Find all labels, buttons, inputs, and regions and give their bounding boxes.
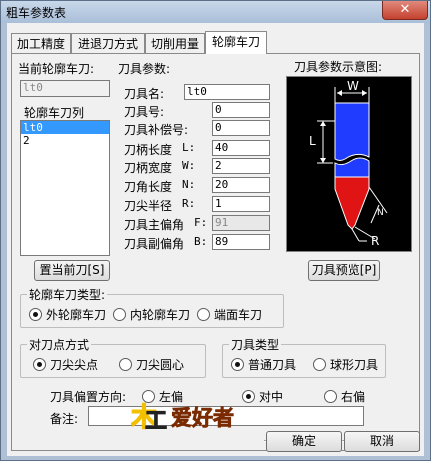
radio-label: 端面车刀 <box>214 308 263 322</box>
param-label-number: 刀具号: <box>124 105 165 119</box>
radio-indicator <box>119 358 132 371</box>
param-sym-n: N: <box>182 178 196 191</box>
remark-label: 备注: <box>50 412 79 426</box>
diagram-label: 刀具参数示意图: <box>294 60 383 74</box>
tool-number-input[interactable]: 0 <box>212 102 270 118</box>
watermark-svg: 木 工 爱好者 <box>129 402 234 434</box>
radio-label: 内轮廓车刀 <box>130 308 191 322</box>
radio-label: 对中 <box>259 390 284 404</box>
param-label-main-angle: 刀具主偏角 <box>124 218 185 232</box>
dialog-window: 粗车参数表 ✕ 加工精度 进退刀方式 切削用量 轮廓车刀 当前轮廓车刀: lt0… <box>0 0 431 461</box>
tab-precision[interactable]: 加工精度 <box>11 33 71 53</box>
corner-length-input[interactable]: 20 <box>212 177 270 193</box>
param-label-corner-length: 刀角长度 <box>124 180 173 194</box>
radio-indicator <box>324 390 337 403</box>
window-title: 粗车参数表 <box>6 6 67 20</box>
tab-cutting[interactable]: 切削用量 <box>145 33 205 53</box>
radio-label: 刀尖尖点 <box>50 358 99 372</box>
param-sym-w: W: <box>182 159 196 172</box>
radio-normal-tool[interactable]: 普通刀具 <box>231 356 297 372</box>
tool-listbox[interactable]: lt0 2 <box>20 120 110 256</box>
radio-offset-left[interactable]: 左偏 <box>142 388 183 404</box>
list-item[interactable]: 2 <box>21 134 109 147</box>
diagram-n-label: N <box>377 208 384 218</box>
radio-indicator <box>33 358 46 371</box>
params-label: 刀具参数: <box>118 62 171 76</box>
diagram-l-label: L <box>309 134 316 148</box>
dialog-client: 加工精度 进退刀方式 切削用量 轮廓车刀 当前轮廓车刀: lt0 轮廓车刀列 l… <box>7 23 424 456</box>
tool-list-label: 轮廓车刀列 <box>24 106 85 120</box>
tool-type-group: 轮廓车刀类型: 外轮廓车刀 内轮廓车刀 端面车刀 <box>20 286 284 328</box>
radio-outer-tool[interactable]: 外轮廓车刀 <box>29 306 107 322</box>
radio-offset-center[interactable]: 对中 <box>242 388 284 404</box>
tool-kind-group: 刀具类型 普通刀具 球形刀具 <box>222 336 386 378</box>
tool-type-title: 轮廓车刀类型: <box>27 286 108 303</box>
watermark-logo: 木 工 爱好者 <box>129 401 255 434</box>
point-mode-title: 对刀点方式 <box>27 336 92 353</box>
tool-diagram-svg: W L N R <box>309 79 388 248</box>
minor-angle-input[interactable]: 89 <box>212 234 270 250</box>
tab-approach[interactable]: 进退刀方式 <box>71 33 145 53</box>
radio-indicator <box>29 308 42 321</box>
set-current-tool-button[interactable]: 置当前刀[S] <box>34 260 110 281</box>
radio-label: 球形刀具 <box>330 358 379 372</box>
cancel-button[interactable]: 取消 <box>344 431 420 452</box>
svg-text:工: 工 <box>145 409 167 431</box>
param-sym-l: L: <box>182 141 196 154</box>
param-sym-r: R: <box>182 197 196 210</box>
radio-offset-right[interactable]: 右偏 <box>324 388 366 404</box>
radio-tip-center[interactable]: 刀尖圆心 <box>119 356 185 372</box>
title-bar: 粗车参数表 ✕ <box>1 1 430 23</box>
close-button[interactable]: ✕ <box>382 1 428 20</box>
shank-width-input[interactable]: 2 <box>212 158 270 174</box>
current-tool-field: lt0 <box>20 80 110 97</box>
tool-name-input[interactable]: lt0 <box>184 84 270 100</box>
shank-length-input[interactable]: 40 <box>212 140 270 156</box>
radio-ball-tool[interactable]: 球形刀具 <box>313 356 379 372</box>
radio-label: 刀尖圆心 <box>136 358 185 372</box>
param-label-shank-length: 刀柄长度 <box>124 143 173 157</box>
radio-face-tool[interactable]: 端面车刀 <box>197 306 263 322</box>
tool-diagram: W L N R <box>286 76 412 252</box>
ok-button[interactable]: 确定 <box>266 431 342 452</box>
tool-kind-title: 刀具类型 <box>229 336 282 353</box>
tool-comp-input[interactable]: 0 <box>212 120 270 136</box>
radio-label: 普通刀具 <box>248 358 297 372</box>
watermark-text: 爱好者 <box>171 406 234 430</box>
tab-contour-tool[interactable]: 轮廓车刀 <box>205 31 267 54</box>
tool-preview-button[interactable]: 刀具预览[P] <box>308 260 380 281</box>
param-label-nose-radius: 刀尖半径 <box>124 199 173 213</box>
radio-tip-point[interactable]: 刀尖尖点 <box>33 356 99 372</box>
radio-label: 外轮廓车刀 <box>46 308 107 322</box>
radio-indicator <box>231 358 244 371</box>
list-item[interactable]: lt0 <box>21 121 109 134</box>
param-sym-b: B: <box>194 235 208 248</box>
tab-panel: 当前轮廓车刀: lt0 轮廓车刀列 lt0 2 置当前刀[S] 刀具参数: 刀具… <box>11 53 420 451</box>
radio-inner-tool[interactable]: 内轮廓车刀 <box>113 306 191 322</box>
param-sym-f: F: <box>194 216 208 229</box>
param-label-shank-width: 刀柄宽度 <box>124 161 173 175</box>
nose-radius-input[interactable]: 1 <box>212 196 270 212</box>
param-label-comp: 刀具补偿号: <box>124 123 189 137</box>
main-angle-input: 91 <box>212 215 270 231</box>
radio-label: 右偏 <box>341 390 366 404</box>
param-label-name: 刀具名: <box>124 87 165 101</box>
radio-indicator <box>197 308 210 321</box>
diagram-w-label: W <box>347 79 359 93</box>
current-tool-label: 当前轮廓车刀: <box>18 62 95 76</box>
point-mode-group: 对刀点方式 刀尖尖点 刀尖圆心 <box>20 336 206 378</box>
diagram-r-label: R <box>371 234 379 248</box>
radio-indicator <box>113 308 126 321</box>
param-label-minor-angle: 刀具副偏角 <box>124 237 185 251</box>
offset-label: 刀具偏置方向: <box>50 390 127 404</box>
radio-indicator <box>313 358 326 371</box>
